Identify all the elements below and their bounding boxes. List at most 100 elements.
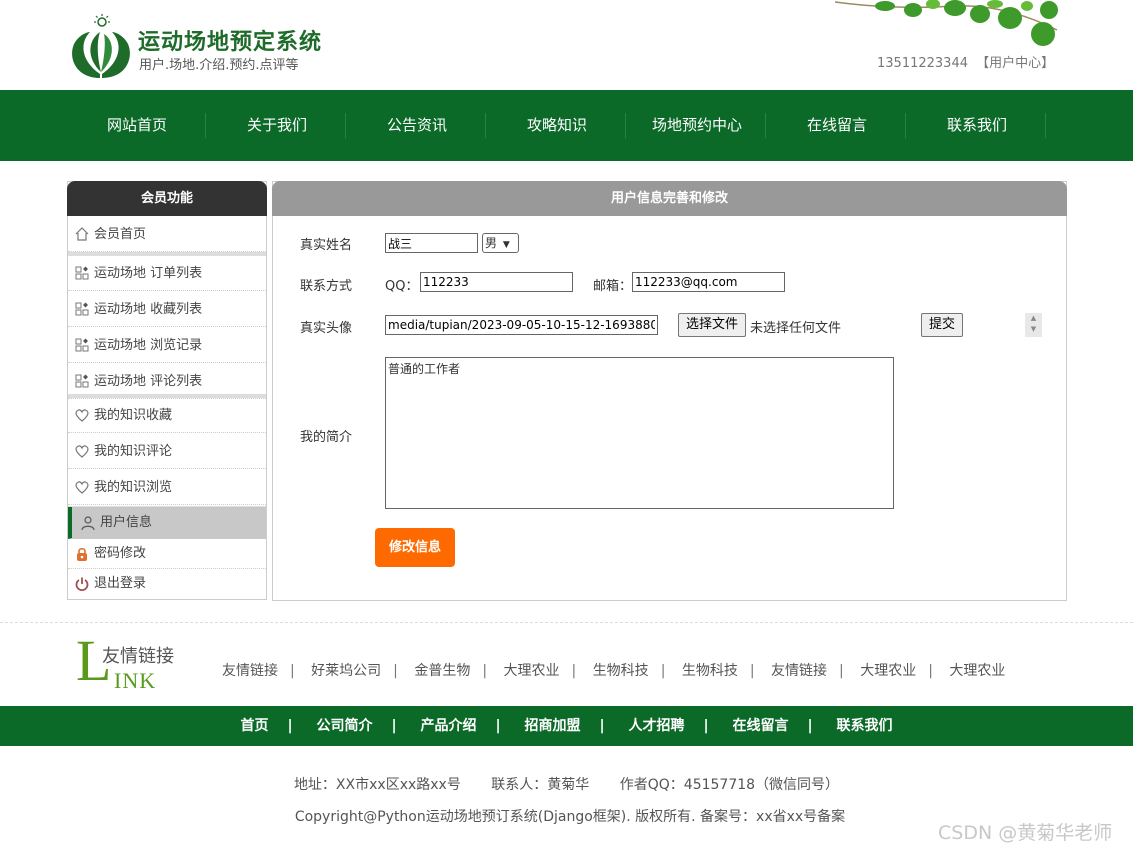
- site-title: 运动场地预定系统: [138, 30, 323, 55]
- heart-icon: [75, 481, 89, 494]
- footer-contact: 联系人：黄菊华: [491, 777, 590, 793]
- nav-item-guides[interactable]: 攻略知识: [487, 90, 627, 161]
- qq-input[interactable]: [420, 272, 573, 292]
- nav-item-contact[interactable]: 联系我们: [907, 90, 1047, 161]
- nav-item-booking[interactable]: 场地预约中心: [627, 90, 767, 161]
- sidebar-item-label: 密码修改: [94, 545, 147, 561]
- footer-link-products[interactable]: 产品介绍: [421, 718, 477, 734]
- nav-divider: [905, 113, 906, 138]
- footer-qq: 作者QQ：45157718（微信同号）: [619, 777, 840, 793]
- footer-info: 地址：XX市xx区xx路xx号 联系人：黄菊华 作者QQ：45157718（微信…: [0, 774, 1133, 794]
- footer-link-message[interactable]: 在线留言: [733, 718, 789, 734]
- footer-link-home[interactable]: 首页: [241, 718, 269, 734]
- upload-submit-button[interactable]: 提交: [921, 313, 963, 337]
- chevron-down-icon: ▼: [502, 240, 510, 250]
- link-logo-letters-ink: INK: [114, 668, 157, 693]
- contact-label: 联系方式: [300, 279, 353, 294]
- gender-select[interactable]: 男 ▼: [482, 233, 519, 253]
- friend-links-title: 友情链接: [102, 646, 174, 667]
- nav-item-home[interactable]: 网站首页: [67, 90, 207, 161]
- modify-info-button[interactable]: 修改信息: [375, 528, 455, 567]
- user-center-link[interactable]: 【用户中心】: [976, 56, 1054, 71]
- lock-icon: [77, 547, 87, 561]
- gender-value: 男: [485, 236, 498, 250]
- sidebar-item-change-password[interactable]: 密码修改: [68, 539, 266, 569]
- sidebar-item-knowledge-favorites[interactable]: 我的知识收藏: [68, 398, 266, 433]
- sidebar-item-user-info[interactable]: 用户信息: [68, 507, 266, 539]
- nav-divider: [1045, 113, 1046, 138]
- friend-link[interactable]: 好莱坞公司: [311, 663, 381, 679]
- sidebar-item-venue-favorites[interactable]: 运动场地 收藏列表: [68, 292, 266, 327]
- intro-textarea[interactable]: 普通的工作者: [385, 357, 894, 509]
- grid-icon: [75, 374, 89, 388]
- email-input[interactable]: [632, 272, 785, 292]
- site-header: 运动场地预定系统 用户.场地.介绍.预约.点评等 13511223344 【用户…: [0, 0, 1133, 90]
- sidebar-title: 会员功能: [67, 181, 267, 216]
- panel-title: 用户信息完善和修改: [272, 181, 1067, 216]
- nav-divider: [625, 113, 626, 138]
- name-input[interactable]: [385, 233, 478, 253]
- sidebar-item-knowledge-comments[interactable]: 我的知识评论: [68, 434, 266, 469]
- sidebar-item-label: 我的知识评论: [94, 443, 173, 459]
- sidebar-item-label: 我的知识收藏: [94, 407, 173, 423]
- footer-link-franchise[interactable]: 招商加盟: [525, 718, 581, 734]
- logo-icon: [72, 14, 130, 78]
- sidebar-item-member-home[interactable]: 会员首页: [68, 217, 266, 252]
- home-icon: [75, 227, 89, 241]
- choose-file-button[interactable]: 选择文件: [678, 313, 746, 337]
- sidebar-item-label: 运动场地 订单列表: [94, 265, 203, 281]
- friend-link[interactable]: 友情链接: [222, 663, 278, 679]
- nav-divider: [765, 113, 766, 138]
- power-icon: [75, 577, 89, 591]
- friend-link[interactable]: 大理农业: [949, 663, 1005, 679]
- nav-item-news[interactable]: 公告资讯: [347, 90, 487, 161]
- user-icon: [81, 515, 95, 530]
- sidebar-item-venue-orders[interactable]: 运动场地 订单列表: [68, 256, 266, 291]
- sidebar-item-label: 我的知识浏览: [94, 479, 173, 495]
- leaves-decoration-icon: [835, 0, 1058, 46]
- friend-links-logo: L 友情链接 INK: [76, 632, 186, 694]
- watermark: CSDN @黄菊华老师: [938, 822, 1113, 844]
- header-phone: 13511223344: [877, 56, 968, 71]
- header-contact: 13511223344 【用户中心】: [877, 52, 1054, 71]
- avatar-label: 真实头像: [300, 321, 353, 336]
- sidebar-item-knowledge-history[interactable]: 我的知识浏览: [68, 470, 266, 505]
- nav-divider: [345, 113, 346, 138]
- friend-link[interactable]: 生物科技: [593, 663, 649, 679]
- friend-link[interactable]: 大理农业: [504, 663, 560, 679]
- nav-divider: [485, 113, 486, 138]
- grid-icon: [75, 338, 89, 352]
- footer-address: 地址：XX市xx区xx路xx号: [293, 777, 461, 793]
- sidebar-item-logout[interactable]: 退出登录: [68, 569, 266, 599]
- grid-icon: [75, 302, 89, 316]
- heart-icon: [75, 445, 89, 458]
- footer-link-contact[interactable]: 联系我们: [837, 718, 893, 734]
- qq-label: QQ：: [385, 279, 419, 294]
- grid-icon: [75, 266, 89, 280]
- nav-item-about[interactable]: 关于我们: [207, 90, 347, 161]
- footer-link-company[interactable]: 公司简介: [317, 718, 373, 734]
- friend-link[interactable]: 大理农业: [860, 663, 916, 679]
- email-label: 邮箱：: [593, 279, 633, 294]
- friend-link[interactable]: 生物科技: [682, 663, 738, 679]
- name-label: 真实姓名: [300, 238, 353, 253]
- nav-item-message[interactable]: 在线留言: [767, 90, 907, 161]
- footer-nav: 首页 | 公司简介 | 产品介绍 | 招商加盟 | 人才招聘 | 在线留言 | 联系我们: [0, 706, 1133, 746]
- sidebar-item-label: 退出登录: [94, 576, 147, 591]
- site-subtitle: 用户.场地.介绍.预约.点评等: [139, 58, 299, 73]
- footer-link-careers[interactable]: 人才招聘: [629, 718, 685, 734]
- avatar-path-input[interactable]: [385, 315, 658, 335]
- no-file-text: 未选择任何文件: [750, 321, 842, 336]
- sidebar-item-venue-history[interactable]: 运动场地 浏览记录: [68, 328, 266, 363]
- footer-divider: [0, 622, 1133, 623]
- friend-link[interactable]: 友情链接: [771, 663, 827, 679]
- main-nav: 网站首页 关于我们 公告资讯 攻略知识 场地预约中心 在线留言 联系我们: [0, 90, 1133, 161]
- sidebar-item-label: 运动场地 收藏列表: [94, 301, 203, 317]
- friend-link[interactable]: 金普生物: [414, 663, 470, 679]
- spinner-arrows-icon[interactable]: ▲ ▼: [1025, 313, 1042, 337]
- sidebar-item-label: 运动场地 浏览记录: [94, 337, 203, 353]
- heart-icon: [75, 409, 89, 422]
- friend-links-list: 友情链接 | 好莱坞公司 | 金普生物 | 大理农业 | 生物科技 | 生物科技 | 友情链…: [222, 663, 1006, 679]
- member-sidebar: 会员功能 会员首页 运动场地 订单列表 运动场地 收藏列表 运动场地 浏览记录 …: [67, 181, 267, 600]
- nav-divider: [205, 113, 206, 138]
